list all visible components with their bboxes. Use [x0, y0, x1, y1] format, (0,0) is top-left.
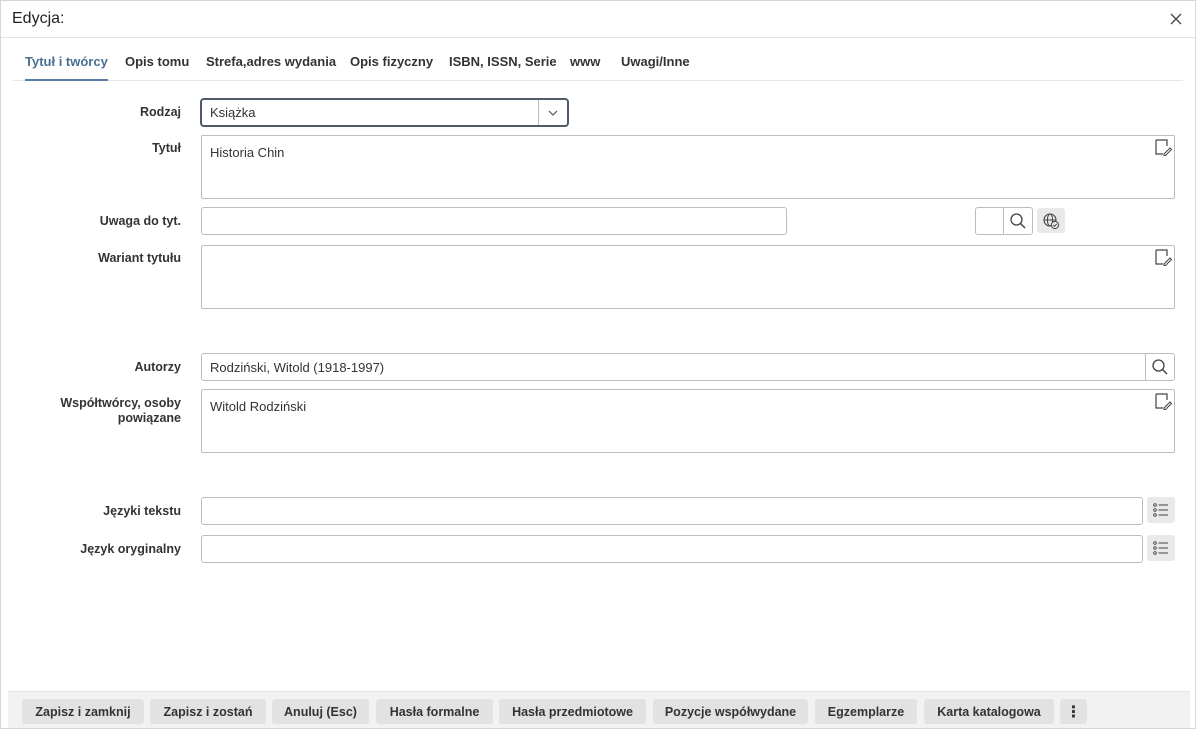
autorzy-value: Rodziński, Witold (1918-1997)	[210, 359, 385, 375]
list-icon	[1153, 503, 1168, 517]
globe-check-icon	[1043, 212, 1060, 229]
rodzaj-label: Rodzaj	[140, 105, 181, 119]
save-and-close-button[interactable]: Zapisz i zamknij	[22, 699, 144, 724]
more-vertical-icon: ⋮	[1065, 703, 1082, 721]
formal-headings-button[interactable]: Hasła formalne	[376, 699, 493, 724]
jezyki-list-button[interactable]	[1147, 497, 1175, 523]
jezyk-oryginalny-list-button[interactable]	[1147, 535, 1175, 561]
dialog-title: Edycja:	[12, 10, 65, 27]
tab-www[interactable]: www	[570, 47, 600, 80]
uwaga-label: Uwaga do tyt.	[99, 214, 181, 228]
edit-dialog: Edycja: Tytuł i twórcy Opis tomu Strefa,…	[0, 0, 1196, 729]
autorzy-input[interactable]: Rodziński, Witold (1918-1997)	[201, 353, 1175, 381]
jezyk-oryginalny-label: Język oryginalny	[80, 542, 181, 556]
autorzy-label: Autorzy	[134, 360, 181, 374]
footer-toolbar: Zapisz i zamknij Zapisz i zostań Anuluj …	[8, 691, 1190, 728]
dialog-titlebar: Edycja:	[1, 1, 1195, 38]
tab-tytul-i-tworcy[interactable]: Tytuł i twórcy	[25, 47, 108, 81]
catalog-card-button[interactable]: Karta katalogowa	[924, 699, 1054, 724]
search-icon	[1152, 359, 1168, 375]
tab-strefa-adres-wydania[interactable]: Strefa,adres wydania	[206, 47, 336, 80]
jezyk-oryginalny-input[interactable]	[201, 535, 1143, 563]
tab-isbn-issn-serie[interactable]: ISBN, ISSN, Serie	[449, 47, 557, 80]
tab-opis-tomu[interactable]: Opis tomu	[125, 47, 189, 80]
jezyki-label: Języki tekstu	[103, 504, 181, 518]
globe-check-button[interactable]	[1037, 208, 1065, 233]
uwaga-search-button[interactable]	[1003, 208, 1032, 234]
search-icon	[1010, 213, 1026, 229]
chevron-down-icon	[548, 110, 558, 116]
jezyki-input[interactable]	[201, 497, 1143, 525]
tab-bar: Tytuł i twórcy Opis tomu Strefa,adres wy…	[13, 47, 1183, 81]
wspoltworcy-field[interactable]: Witold Rodziński	[201, 389, 1175, 453]
save-and-stay-button[interactable]: Zapisz i zostań	[150, 699, 266, 724]
close-button[interactable]	[1167, 10, 1185, 28]
copies-button[interactable]: Egzemplarze	[815, 699, 917, 724]
rodzaj-select-value: Książka	[210, 105, 256, 120]
close-icon	[1170, 13, 1182, 25]
edit-note-icon[interactable]	[1154, 138, 1172, 156]
subject-headings-button[interactable]: Hasła przedmiotowe	[499, 699, 646, 724]
autorzy-search-button[interactable]	[1145, 354, 1174, 380]
uwaga-input[interactable]	[201, 207, 787, 235]
wariant-label: Wariant tytułu	[98, 251, 181, 265]
co-published-items-button[interactable]: Pozycje współwydane	[653, 699, 808, 724]
tytul-label: Tytuł	[152, 141, 181, 155]
tab-opis-fizyczny[interactable]: Opis fizyczny	[350, 47, 433, 80]
tytul-field[interactable]: Historia Chin	[201, 135, 1175, 199]
rodzaj-select[interactable]: Książka	[200, 98, 569, 127]
uwaga-lookup-field[interactable]	[975, 207, 1033, 235]
edit-note-icon[interactable]	[1154, 392, 1172, 410]
more-options-button[interactable]: ⋮	[1060, 699, 1087, 724]
wspoltworcy-field-value: Witold Rodziński	[210, 399, 307, 414]
list-icon	[1153, 541, 1168, 555]
wariant-field[interactable]	[201, 245, 1175, 309]
tab-uwagi-inne[interactable]: Uwagi/Inne	[621, 47, 690, 80]
edit-note-icon[interactable]	[1154, 248, 1172, 266]
tytul-field-value: Historia Chin	[210, 145, 285, 160]
cancel-button[interactable]: Anuluj (Esc)	[272, 699, 369, 724]
wspoltworcy-label: Współtwórcy, osoby powiązane	[60, 396, 181, 425]
